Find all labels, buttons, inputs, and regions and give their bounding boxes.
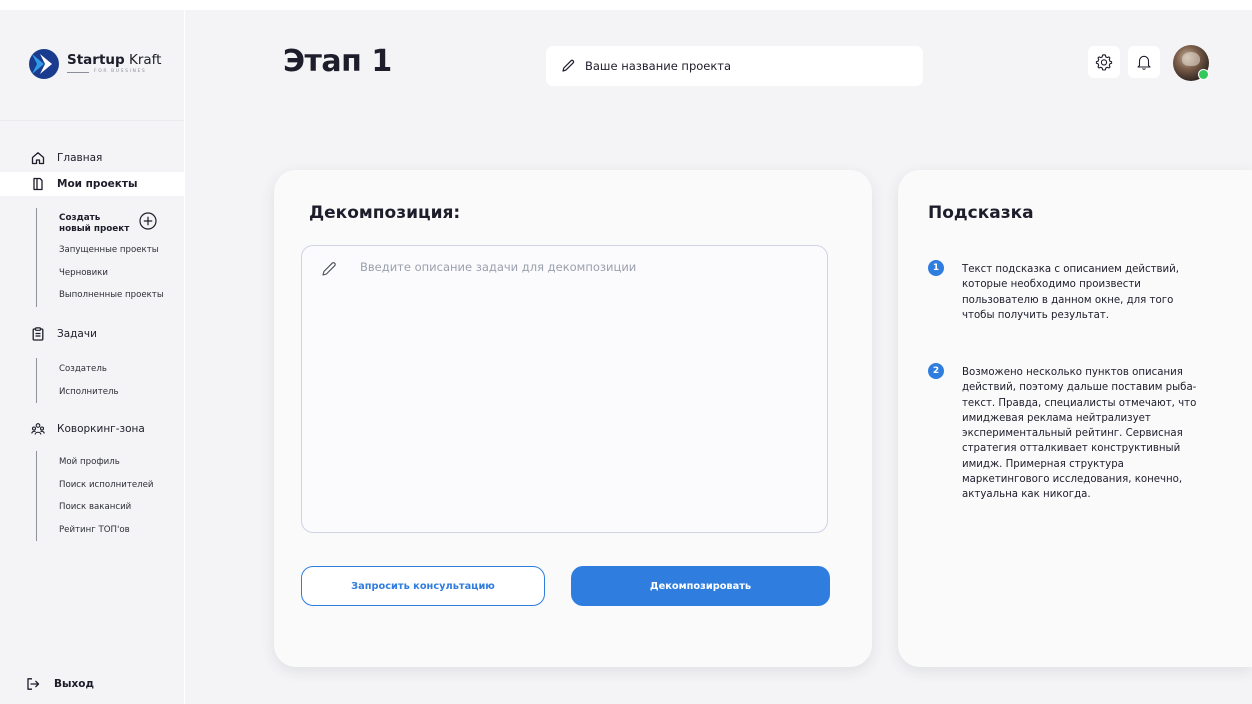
sidebar-subitem-creator[interactable]: Создатель — [37, 358, 119, 381]
avatar-photo — [1182, 52, 1200, 66]
sidebar-subitem-top-rating[interactable]: Рейтинг ТОП'ов — [37, 519, 154, 542]
sidebar-subitem-executor[interactable]: Исполнитель — [37, 381, 119, 404]
create-project-link[interactable]: Создать новый проект — [37, 208, 164, 239]
sidebar-divider — [0, 120, 184, 121]
sidebar-item-label: Главная — [57, 152, 103, 164]
clipboard-icon — [32, 327, 44, 341]
brand-tagline: FOR BUSSINES — [67, 69, 161, 75]
folder-icon — [33, 177, 43, 191]
decompose-button[interactable]: Декомпозировать — [571, 566, 830, 606]
hint-text: Возможено несколько пунктов описания дей… — [962, 367, 1197, 501]
gear-icon — [1095, 54, 1113, 71]
sidebar-subitem-launched[interactable]: Запущенные проекты — [37, 239, 164, 262]
logo-chevron-icon — [29, 49, 59, 79]
sidebar-subitem-find-vacancies[interactable]: Поиск вакансий — [37, 496, 154, 519]
logout-button[interactable]: Выход — [0, 672, 184, 696]
people-icon — [31, 423, 45, 435]
hint-number-badge: 2 — [928, 363, 944, 379]
avatar[interactable] — [1173, 45, 1209, 81]
hint-title: Подсказка — [928, 203, 1034, 223]
project-name-field[interactable]: Ваше название проекта — [546, 46, 923, 86]
brand-name: Startup Kraft — [67, 51, 162, 68]
sidebar-subitem-find-executors[interactable]: Поиск исполнителей — [37, 474, 154, 497]
page-header: Этап 1 Ваше название проекта — [185, 10, 1252, 110]
decomposition-title: Декомпозиция: — [309, 203, 461, 223]
sidebar-item-tasks[interactable]: Задачи — [0, 322, 184, 346]
sidebar: Startup Kraft FOR BUSSINES Главная Мои п… — [0, 10, 184, 704]
hint-text: Текст подсказка с описанием действий, ко… — [962, 264, 1180, 321]
create-project-label: Создать новый проект — [59, 212, 130, 234]
pencil-icon — [562, 59, 575, 72]
main-content: Этап 1 Ваше название проекта Декомпозици… — [185, 10, 1252, 704]
logout-icon — [27, 678, 40, 690]
sidebar-item-label: Мои проекты — [57, 178, 138, 190]
tasks-submenu: Создатель Исполнитель — [36, 358, 119, 403]
hint-card: Подсказка 1 Текст подсказка с описанием … — [898, 170, 1252, 667]
projects-submenu: Создать новый проект Запущенные проекты Ч… — [36, 208, 164, 307]
coworking-submenu: Мой профиль Поиск исполнителей Поиск вак… — [36, 451, 154, 541]
brand-logo[interactable]: Startup Kraft FOR BUSSINES — [28, 48, 161, 80]
decomposition-card: Декомпозиция: Введите описание задачи дл… — [274, 170, 872, 667]
home-icon — [31, 152, 45, 165]
sidebar-item-label: Коворкинг-зона — [57, 423, 145, 435]
notifications-button[interactable] — [1128, 46, 1160, 78]
sidebar-subitem-drafts[interactable]: Черновики — [37, 262, 164, 285]
sidebar-item-coworking[interactable]: Коворкинг-зона — [0, 417, 184, 441]
settings-button[interactable] — [1088, 46, 1120, 78]
page-title: Этап 1 — [283, 44, 392, 79]
sidebar-item-my-projects[interactable]: Мои проекты — [0, 172, 184, 196]
task-description-placeholder: Введите описание задачи для декомпозиции — [360, 260, 637, 274]
sidebar-subitem-my-profile[interactable]: Мой профиль — [37, 451, 154, 474]
bell-icon — [1137, 55, 1151, 70]
app-window: Startup Kraft FOR BUSSINES Главная Мои п… — [0, 0, 1252, 704]
pencil-icon — [322, 262, 336, 276]
task-description-input[interactable]: Введите описание задачи для декомпозиции — [301, 245, 828, 533]
request-consultation-button[interactable]: Запросить консультацию — [301, 566, 545, 606]
sidebar-subitem-completed[interactable]: Выполненные проекты — [37, 284, 164, 307]
project-name-value: Ваше название проекта — [585, 59, 732, 73]
sidebar-item-label: Задачи — [57, 328, 97, 340]
logout-label: Выход — [54, 678, 94, 690]
hint-number-badge: 1 — [928, 260, 944, 276]
sidebar-item-home[interactable]: Главная — [0, 146, 184, 170]
logo-text: Startup Kraft FOR BUSSINES — [67, 51, 162, 75]
plus-circle-icon[interactable] — [139, 212, 157, 230]
